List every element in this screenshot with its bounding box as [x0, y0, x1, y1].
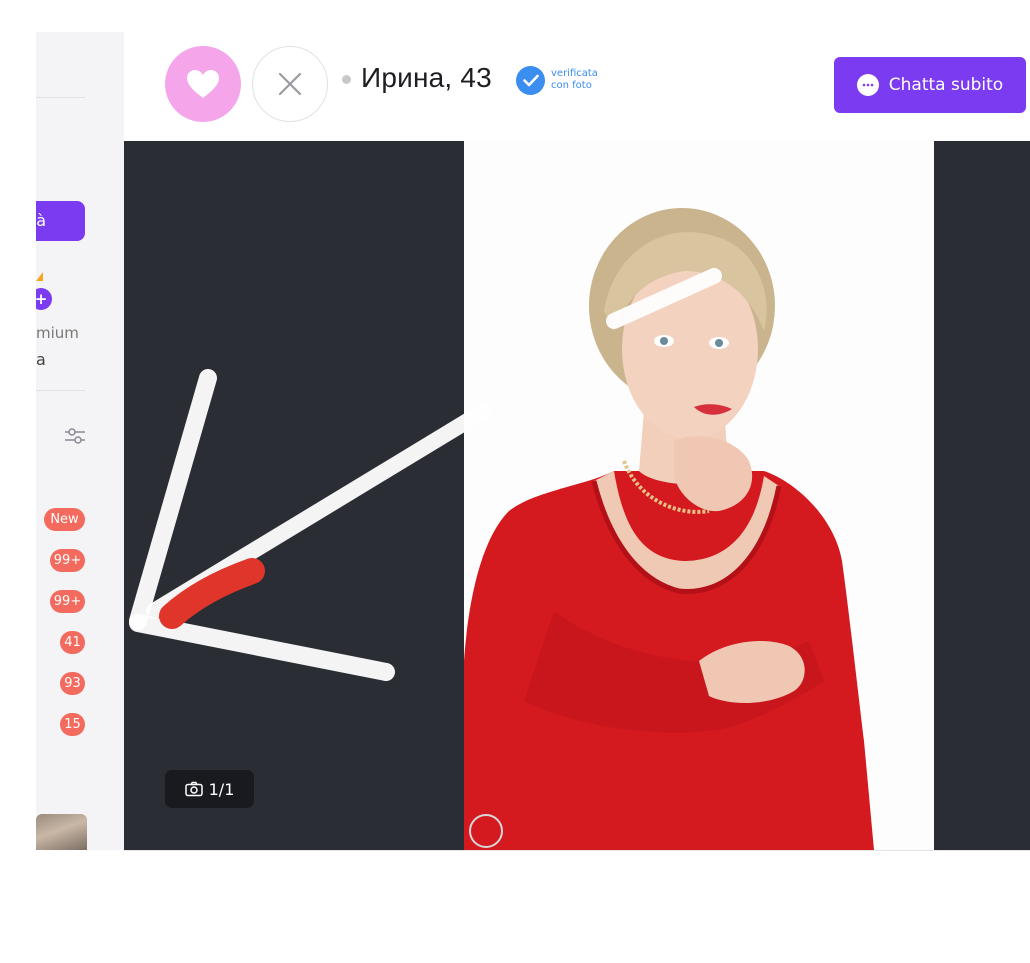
photo-counter: 1/1	[165, 770, 254, 808]
count-badge: 99+	[50, 590, 85, 613]
count-badge: New	[44, 508, 85, 531]
check-icon	[516, 66, 545, 95]
close-icon	[278, 72, 302, 96]
pass-button[interactable]	[252, 46, 328, 122]
premium-plus-icon[interactable]: +	[36, 288, 52, 310]
filter-icon[interactable]	[64, 425, 86, 447]
heart-icon	[187, 70, 219, 98]
drawing-overlay	[129, 268, 722, 681]
count-badge: 15	[60, 713, 85, 736]
divider	[124, 850, 1030, 851]
chat-bubble-icon	[856, 74, 879, 96]
sidebar: tà + mium a New 99+ 99+ 41 93 15	[36, 32, 124, 850]
sidebar-divider	[36, 97, 85, 98]
count-badge: 99+	[50, 549, 85, 572]
camera-icon	[184, 781, 203, 797]
online-status-dot	[342, 75, 351, 84]
verified-line-1: verificata	[551, 68, 598, 79]
verified-line-2: con foto	[551, 80, 592, 91]
chat-now-button[interactable]: Chatta subito	[834, 57, 1026, 113]
photo-counter-label: 1/1	[208, 779, 235, 799]
sidebar-cta-label: tà	[36, 211, 46, 230]
crown-icon	[36, 272, 43, 281]
count-badge: 93	[60, 672, 85, 695]
count-badge: 41	[60, 631, 85, 654]
verified-label: verificata con foto	[551, 68, 598, 92]
premium-label: mium	[36, 324, 79, 342]
sidebar-divider	[36, 390, 85, 391]
conversation-avatar[interactable]	[36, 814, 87, 850]
profile-name: Ирина, 43	[361, 62, 492, 93]
sidebar-cta-button[interactable]: tà	[36, 201, 85, 241]
photo-viewer[interactable]: 1/1	[124, 141, 1030, 850]
like-button[interactable]	[165, 46, 241, 122]
chat-now-label: Chatta subito	[888, 75, 1004, 95]
premium-sublabel: a	[36, 350, 46, 369]
